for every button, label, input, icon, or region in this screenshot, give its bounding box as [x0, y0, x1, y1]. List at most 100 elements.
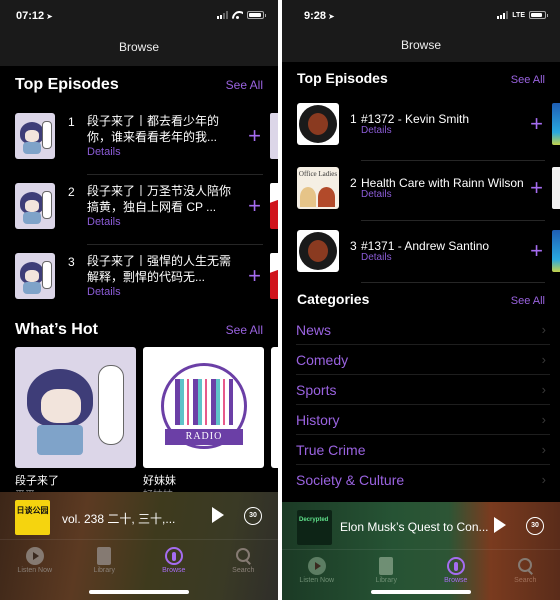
- add-icon[interactable]: +: [248, 195, 261, 217]
- phone-screen-left: 07:12 ➤ Browse Top Episodes See All 1 段子来…: [0, 0, 278, 600]
- now-playing-title[interactable]: Elon Musk’s Quest to Con...: [340, 520, 489, 534]
- home-indicator[interactable]: [89, 590, 189, 594]
- rank-number: 3: [68, 255, 75, 269]
- details-link[interactable]: Details: [361, 252, 392, 263]
- tab-search[interactable]: Search: [209, 542, 279, 582]
- bottom-bar: Decrypted Elon Musk’s Quest to Con... 30…: [282, 502, 560, 600]
- play-icon[interactable]: [212, 507, 224, 523]
- battery-icon: [247, 11, 266, 19]
- episode-title: 段子来了丨万圣节没人陪你搞黄，独自上网看 CP ...: [87, 184, 232, 214]
- category-label: Society & Culture: [296, 472, 405, 488]
- episode-title: 段子来了丨强悍的人生无需解释，剽悍的代码无...: [87, 254, 232, 284]
- divider: [361, 220, 545, 221]
- rank-number: 2: [350, 176, 357, 190]
- tab-label: Browse: [162, 567, 186, 574]
- category-label: News: [296, 322, 332, 338]
- mini-player[interactable]: 日谈公园 vol. 238 二十, 三十,... 30: [0, 492, 278, 540]
- play-icon[interactable]: [494, 517, 506, 533]
- see-all-link[interactable]: See All: [226, 323, 263, 337]
- tab-browse[interactable]: Browse: [421, 552, 491, 592]
- radio-banner: RADIO: [165, 429, 243, 445]
- skip-forward-30-icon[interactable]: 30: [244, 507, 262, 525]
- tab-library[interactable]: Library: [70, 542, 140, 582]
- tab-label: Browse: [444, 577, 468, 584]
- podcast-artwork: [15, 253, 55, 299]
- add-icon[interactable]: +: [530, 240, 543, 262]
- see-all-link[interactable]: See All: [226, 78, 263, 92]
- chevron-right-icon: ›: [541, 322, 546, 337]
- cellular-signal-icon: [497, 11, 509, 19]
- details-link[interactable]: Details: [87, 216, 121, 228]
- logo-glyphs: [175, 379, 233, 425]
- episode-row[interactable]: Office Ladies 2 Health Care with Rainn W…: [297, 167, 560, 237]
- add-icon[interactable]: +: [530, 177, 543, 199]
- network-type: LTE: [512, 11, 525, 19]
- section-title: What’s Hot: [15, 321, 98, 338]
- category-row-true-crime[interactable]: True Crime ›: [296, 435, 550, 465]
- next-artwork-peek: [270, 113, 278, 159]
- home-indicator[interactable]: [371, 590, 471, 594]
- wifi-icon: [232, 11, 243, 19]
- podcasts-icon: [164, 547, 183, 565]
- see-all-link[interactable]: See All: [511, 295, 545, 307]
- tab-label: Library: [375, 577, 397, 584]
- artwork-text: Office Ladies: [298, 170, 338, 178]
- details-link[interactable]: Details: [361, 125, 392, 136]
- tab-label: Search: [232, 567, 255, 574]
- see-all-link[interactable]: See All: [511, 74, 545, 86]
- category-label: Sports: [296, 382, 337, 398]
- podcast-card-artwork[interactable]: [15, 347, 136, 468]
- add-icon[interactable]: +: [248, 265, 261, 287]
- category-row-comedy[interactable]: Comedy ›: [296, 345, 550, 375]
- details-link[interactable]: Details: [361, 189, 392, 200]
- divider: [87, 244, 263, 245]
- episode-row[interactable]: 3 #1371 - Andrew Santino Details +: [297, 230, 560, 300]
- chevron-right-icon: ›: [541, 352, 546, 367]
- mini-player[interactable]: Decrypted Elon Musk’s Quest to Con... 30: [282, 502, 560, 550]
- bottom-bar: 日谈公园 vol. 238 二十, 三十,... 30 Listen Now L…: [0, 492, 278, 600]
- details-link[interactable]: Details: [87, 286, 121, 298]
- podcast-card-artwork[interactable]: RADIO: [143, 347, 264, 468]
- podcast-artwork: Office Ladies: [297, 167, 339, 209]
- nav-title: Browse: [118, 40, 159, 54]
- category-row-news[interactable]: News ›: [296, 315, 550, 345]
- skip-forward-30-icon[interactable]: 30: [526, 517, 544, 535]
- episode-row[interactable]: 2 段子来了丨万圣节没人陪你搞黄，独自上网看 CP ... Details +: [15, 183, 278, 253]
- whats-hot-header: What’s Hot See All: [15, 321, 263, 339]
- divider: [361, 160, 545, 161]
- tab-listen-now[interactable]: Listen Now: [0, 542, 70, 582]
- episode-row[interactable]: 1 段子来了丨都去看少年的你，谁来看看老年的我... Details +: [15, 113, 278, 183]
- tab-listen-now[interactable]: Listen Now: [282, 552, 352, 592]
- tab-library[interactable]: Library: [352, 552, 422, 592]
- episode-row[interactable]: 1 #1372 - Kevin Smith Details +: [297, 103, 560, 173]
- chevron-right-icon: ›: [541, 382, 546, 397]
- add-icon[interactable]: +: [248, 125, 261, 147]
- tab-browse[interactable]: Browse: [139, 542, 209, 582]
- status-time: 9:28 ➤: [304, 10, 335, 22]
- time-text: 07:12: [16, 10, 45, 22]
- top-episodes-header: Top Episodes See All: [15, 76, 263, 94]
- phone-screen-right: 9:28 ➤ LTE Browse Top Episodes See All 1 …: [282, 0, 560, 600]
- tab-bar: Listen Now Library Browse Search: [282, 552, 560, 592]
- section-title: Categories: [297, 291, 370, 307]
- tab-label: Listen Now: [17, 567, 53, 574]
- chevron-right-icon: ›: [541, 412, 546, 427]
- battery-icon: [529, 11, 548, 19]
- add-icon[interactable]: +: [530, 113, 543, 135]
- podcast-artwork: [297, 103, 339, 145]
- nav-title: Browse: [400, 38, 441, 52]
- time-text: 9:28: [304, 10, 327, 22]
- episode-row[interactable]: 3 段子来了丨强悍的人生无需解释，剽悍的代码无... Details +: [15, 253, 278, 323]
- category-row-sports[interactable]: Sports ›: [296, 375, 550, 405]
- section-title: Top Episodes: [15, 76, 119, 93]
- category-label: Comedy: [296, 352, 349, 368]
- now-playing-title[interactable]: vol. 238 二十, 三十,...: [62, 510, 175, 527]
- category-label: True Crime: [296, 442, 366, 458]
- next-artwork-peek: [552, 230, 560, 272]
- tab-search[interactable]: Search: [491, 552, 560, 592]
- rank-number: 1: [68, 115, 75, 129]
- category-row-society-culture[interactable]: Society & Culture ›: [296, 465, 550, 495]
- category-row-history[interactable]: History ›: [296, 405, 550, 435]
- details-link[interactable]: Details: [87, 146, 121, 158]
- library-icon: [379, 557, 394, 575]
